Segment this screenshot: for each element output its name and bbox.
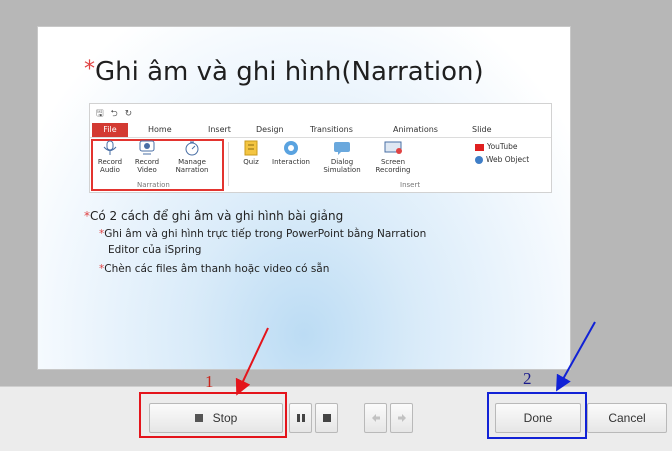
annotation-number-2: 2 — [523, 369, 532, 388]
tab-insert: Insert — [208, 125, 231, 134]
bullet-sub-1: *Ghi âm và ghi hình trực tiếp trong Powe… — [99, 228, 427, 240]
dialog-icon — [334, 142, 350, 155]
tab-transitions: Transitions — [310, 125, 353, 134]
tab-design: Design — [256, 125, 284, 134]
arrow-right-icon — [397, 414, 406, 422]
ribbon-body: Record Audio Record Video Manage Narrati… — [90, 137, 551, 193]
bullet-sub-1-continuation: Editor của iSpring — [108, 244, 202, 256]
youtube-icon — [475, 143, 484, 151]
dialog-simulation-button: Dialog Simulation — [320, 140, 364, 174]
stop-highlight-box — [139, 392, 287, 438]
stop-square-button[interactable] — [315, 403, 338, 433]
interaction-icon — [284, 141, 298, 155]
group-divider — [228, 142, 229, 186]
tab-file: File — [92, 123, 128, 137]
screen-recording-icon — [384, 141, 402, 154]
bullet-sub-2: *Chèn các files âm thanh hoặc video có s… — [99, 263, 330, 275]
manage-narration-button: Manage Narration — [170, 140, 214, 174]
ispring-ribbon-screenshot: 🖫 ⮌ ↻ File Home Insert Design Transition… — [89, 103, 552, 193]
record-video-button: Record Video — [129, 140, 165, 174]
slide-title: *Ghi âm và ghi hình(Narration) — [84, 57, 484, 87]
interaction-button: Interaction — [269, 140, 313, 166]
slide-preview: *Ghi âm và ghi hình(Narration) 🖫 ⮌ ↻ Fil… — [38, 27, 570, 369]
annotation-number-1: 1 — [205, 372, 214, 391]
square-stop-icon — [322, 414, 331, 422]
bullet-asterisk-icon: * — [84, 57, 95, 82]
pause-button[interactable] — [289, 403, 312, 433]
previous-slide-button[interactable] — [364, 403, 387, 433]
web-object-icon — [475, 156, 483, 164]
web-object-button: Web Object — [475, 155, 529, 164]
quick-access-toolbar: 🖫 ⮌ ↻ — [96, 109, 135, 119]
presentation-stage: *Ghi âm và ghi hình(Narration) 🖫 ⮌ ↻ Fil… — [0, 0, 672, 386]
tab-slide: Slide — [472, 125, 492, 134]
done-highlight-box — [487, 392, 587, 439]
next-slide-button[interactable] — [390, 403, 413, 433]
bullet-main: *Có 2 cách để ghi âm và ghi hình bài giả… — [84, 209, 344, 223]
quiz-button: Quiz — [233, 140, 269, 166]
stopwatch-icon — [185, 141, 199, 156]
quiz-icon — [244, 140, 258, 156]
insert-group-label: Insert — [400, 181, 421, 189]
microphone-icon — [103, 140, 117, 155]
record-audio-button: Record Audio — [92, 140, 128, 174]
tab-animations: Animations — [393, 125, 438, 134]
pause-icon — [296, 414, 305, 422]
youtube-button: YouTube — [475, 142, 518, 151]
narration-group-label: Narration — [137, 181, 170, 189]
screen-recording-button: Screen Recording — [371, 140, 415, 174]
cancel-button[interactable]: Cancel — [587, 403, 667, 433]
webcam-icon — [139, 140, 155, 155]
ribbon-tabs: File Home Insert Design Transitions Anim… — [90, 123, 551, 137]
tab-home: Home — [148, 125, 172, 134]
arrow-left-icon — [371, 414, 380, 422]
